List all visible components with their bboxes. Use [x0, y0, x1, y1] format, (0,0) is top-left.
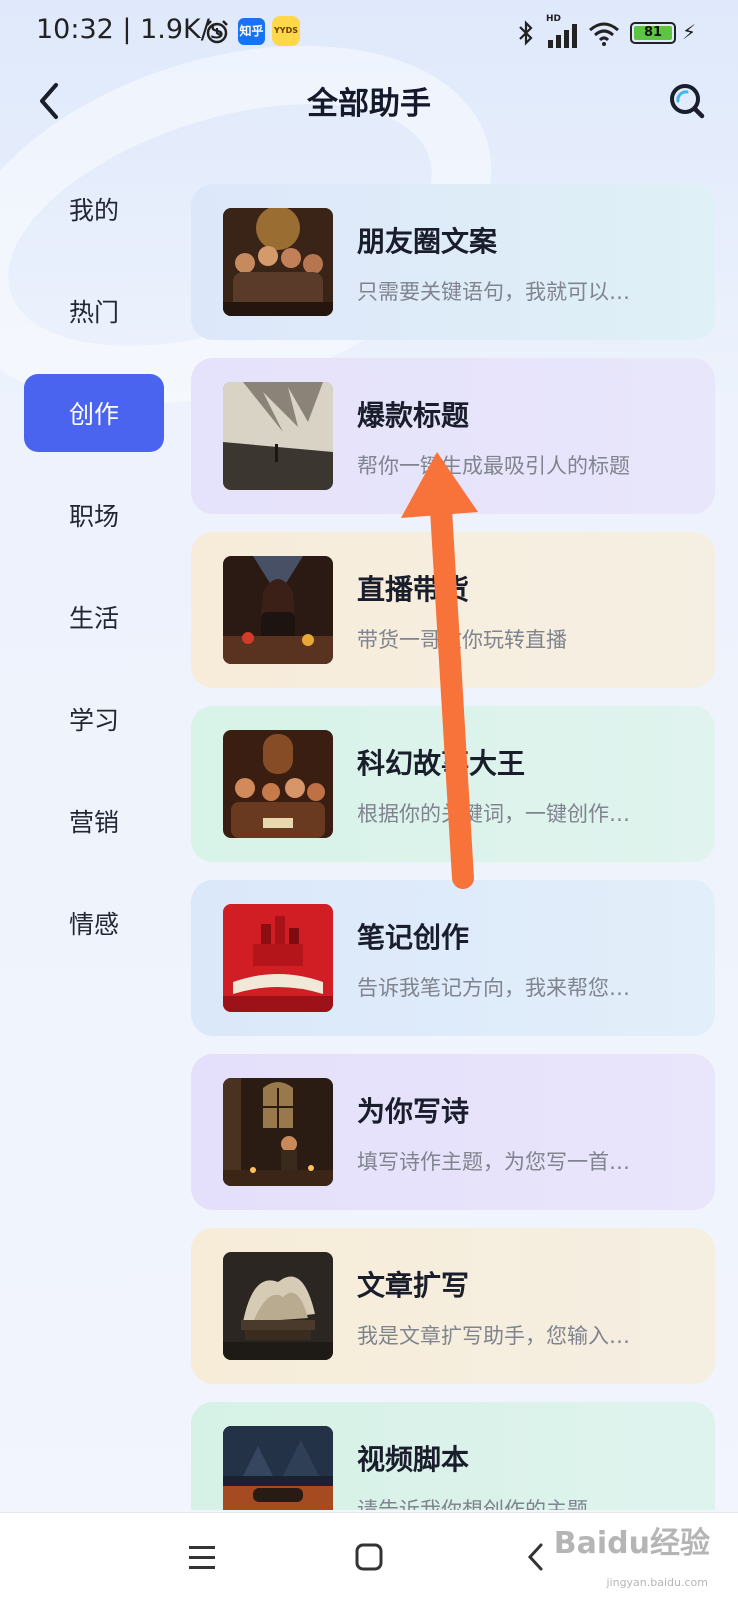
assistant-thumbnail [223, 1426, 333, 1510]
sidebar-item-workplace[interactable]: 职场 [24, 476, 164, 554]
assistant-name: 直播带货 [357, 573, 470, 606]
sidebar-item-life[interactable]: 生活 [24, 578, 164, 656]
category-sidebar: 我的 热门 创作 职场 生活 学习 营销 情感 [24, 170, 164, 986]
assistant-desc: 带货一哥教你玩转直播 [357, 628, 567, 652]
menu-icon [189, 1546, 215, 1569]
assistant-name: 为你写诗 [357, 1095, 470, 1128]
assistant-desc: 填写诗作主题，为您写一首… [357, 1150, 630, 1174]
signal-icon [548, 24, 577, 48]
sidebar-item-study[interactable]: 学习 [24, 680, 164, 758]
menu-button[interactable] [174, 1529, 230, 1585]
assistant-card[interactable]: 文章扩写 我是文章扩写助手，您输入… [191, 1228, 715, 1384]
home-square-icon [355, 1543, 383, 1571]
status-time-speed: 10:32 | 1.9K/s [36, 14, 224, 45]
watermark-logo: Baidu经验 [553, 1526, 710, 1561]
charging-icon: ⚡ [682, 20, 697, 44]
assistant-thumbnail [223, 382, 333, 490]
assistant-desc: 请告诉我你想创作的主题 [357, 1498, 588, 1510]
status-bar: 10:32 | 1.9K/s 知乎 YYDS HD 81 ⚡ [0, 0, 738, 66]
wifi-icon [589, 22, 619, 46]
network-type-label: HD [546, 14, 562, 24]
assistant-desc: 帮你一键生成最吸引人的标题 [357, 454, 630, 478]
assistant-name: 视频脚本 [357, 1443, 470, 1476]
sidebar-item-marketing[interactable]: 营销 [24, 782, 164, 860]
search-icon [670, 84, 705, 119]
zhihu-app-icon: 知乎 [238, 18, 265, 45]
page-title: 全部助手 [307, 86, 431, 122]
assistant-card[interactable]: 笔记创作 告诉我笔记方向，我来帮您… [191, 880, 715, 1036]
chevron-left-icon [527, 1543, 543, 1571]
assistant-name: 笔记创作 [357, 921, 470, 954]
assistant-thumbnail [223, 208, 333, 316]
sidebar-item-creation[interactable]: 创作 [24, 374, 164, 452]
alarm-icon [206, 20, 228, 44]
assistant-card[interactable]: 爆款标题 帮你一键生成最吸引人的标题 [191, 358, 715, 514]
assistant-card[interactable]: 科幻故事大王 根据你的关键词，一键创作… [191, 706, 715, 862]
assistant-name: 文章扩写 [357, 1269, 470, 1302]
assistant-name: 朋友圈文案 [357, 225, 498, 258]
assistant-thumbnail [223, 1078, 333, 1186]
assistant-name: 科幻故事大王 [357, 747, 526, 780]
assistant-card[interactable]: 视频脚本 请告诉我你想创作的主题 [191, 1402, 715, 1510]
search-button[interactable] [660, 74, 714, 128]
assistant-thumbnail [223, 556, 333, 664]
home-button[interactable] [341, 1529, 397, 1585]
assistant-thumbnail [223, 1252, 333, 1360]
sidebar-item-hot[interactable]: 热门 [24, 272, 164, 350]
assistant-thumbnail [223, 730, 333, 838]
battery-level: 81 [634, 26, 672, 40]
assistant-card[interactable]: 为你写诗 填写诗作主题，为您写一首… [191, 1054, 715, 1210]
assistant-desc: 根据你的关键词，一键创作… [357, 802, 630, 826]
assistant-card[interactable]: 直播带货 带货一哥教你玩转直播 [191, 532, 715, 688]
assistant-desc: 我是文章扩写助手，您输入… [357, 1324, 630, 1348]
assistant-list: 朋友圈文案 只需要关键语句，我就可以… 爆款标题 帮你一键生成最吸引人的标题 直… [191, 184, 715, 1510]
assistant-thumbnail [223, 904, 333, 1012]
status-right-group: HD 81 ⚡ [518, 14, 708, 50]
assistant-name: 爆款标题 [357, 399, 470, 432]
bluetooth-icon [519, 20, 533, 46]
watermark-url: jingyan.baidu.com [606, 1576, 708, 1589]
assistant-desc: 告诉我笔记方向，我来帮您… [357, 976, 630, 1000]
battery-icon: 81 [630, 22, 676, 44]
assistant-desc: 只需要关键语句，我就可以… [357, 280, 630, 304]
assistant-card[interactable]: 朋友圈文案 只需要关键语句，我就可以… [191, 184, 715, 340]
top-header: 全部助手 [0, 66, 738, 136]
yellow-app-icon: YYDS [272, 16, 300, 46]
sidebar-item-emotion[interactable]: 情感 [24, 884, 164, 962]
sidebar-item-mine[interactable]: 我的 [24, 170, 164, 248]
